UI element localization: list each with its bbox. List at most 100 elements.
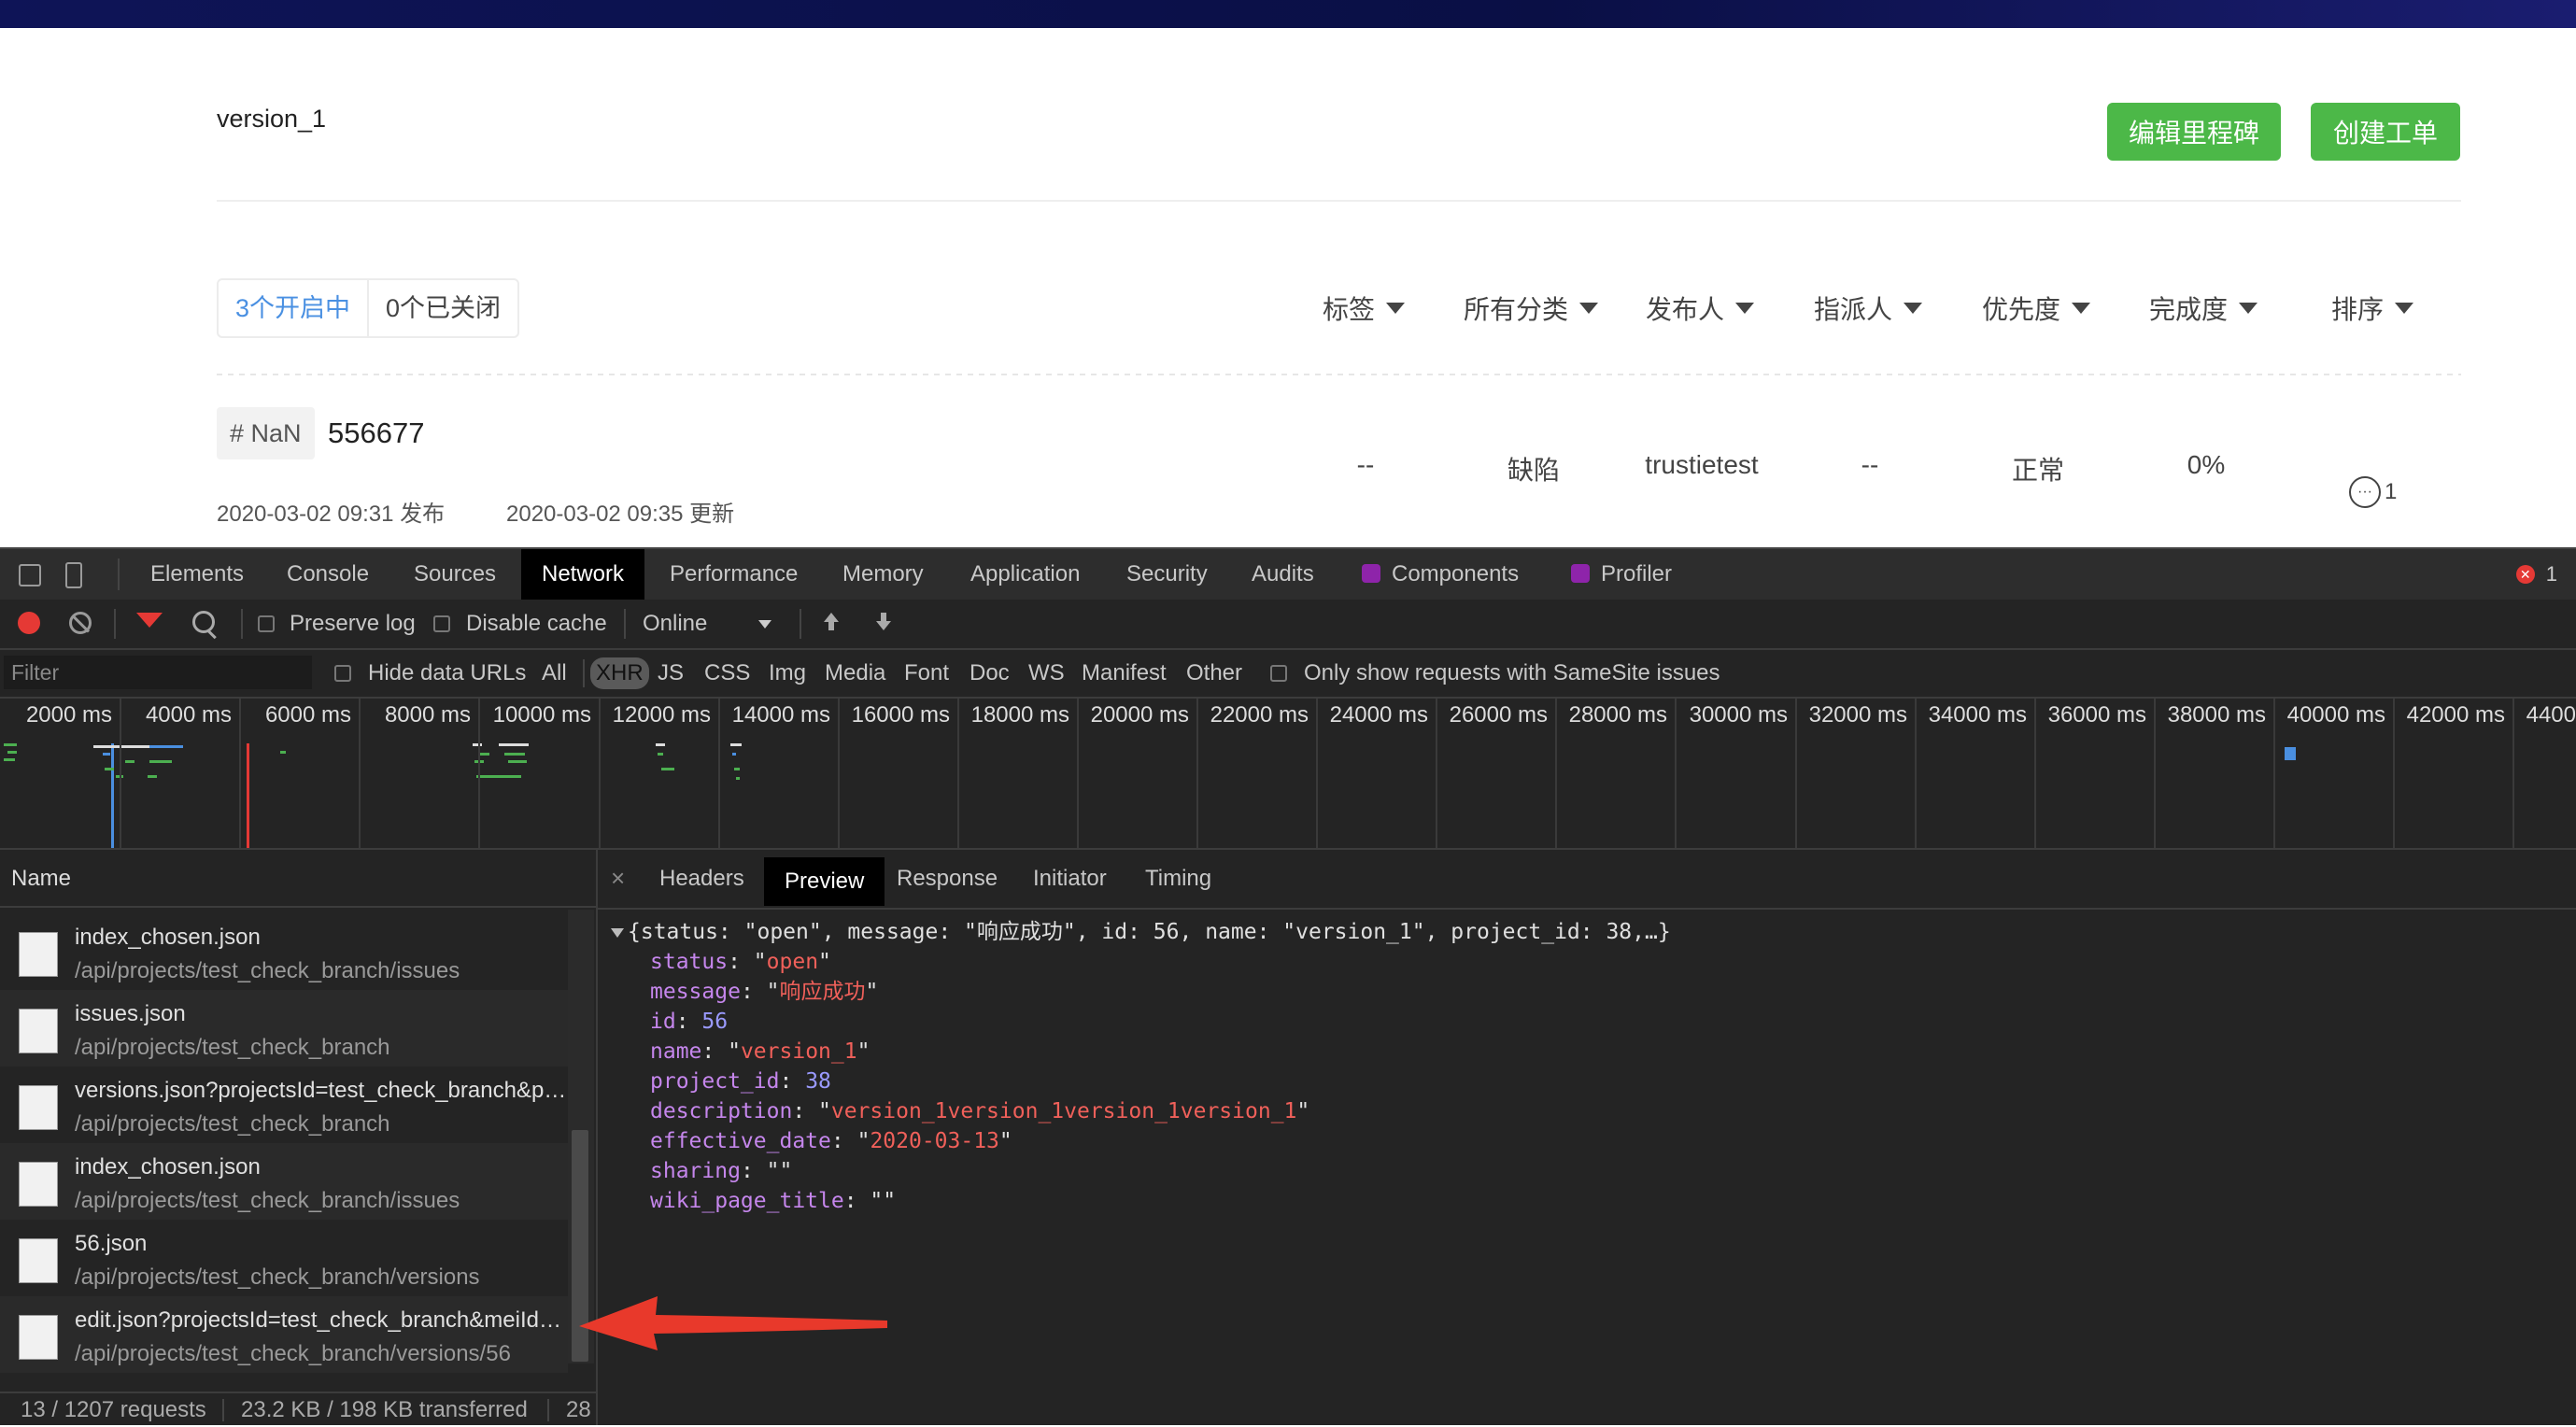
json-field: project_id: 38 [650,1069,831,1094]
search-icon[interactable] [192,611,215,633]
issue-title-link[interactable]: 556677 [328,417,424,450]
json-field: description: "version_1version_1version_… [650,1099,1310,1123]
tab-security[interactable]: Security [1126,549,1208,600]
inspect-element-icon[interactable] [19,564,41,586]
timeline-gridline [239,699,241,848]
type-filter-doc[interactable]: Doc [970,650,1010,697]
type-filter-ws[interactable]: WS [1028,650,1065,697]
type-filter-font[interactable]: Font [904,650,949,697]
request-row[interactable]: index_chosen.json /api/projects/test_che… [0,1143,568,1220]
type-filter-all[interactable]: All [542,650,567,697]
filter-label: 完成度 [2149,295,2229,324]
tab-application[interactable]: Application [970,549,1080,600]
filter-category[interactable]: 所有分类 [1464,290,1599,327]
filter-author[interactable]: 发布人 [1646,290,1755,327]
filter-assignee[interactable]: 指派人 [1814,290,1923,327]
tab-network[interactable]: Network [521,549,645,600]
tab-audits[interactable]: Audits [1252,549,1314,600]
request-row[interactable]: versions.json?projectsId=test_check_bran… [0,1067,568,1143]
tab-headers[interactable]: Headers [659,850,744,908]
timeline-bar [149,760,172,763]
throttling-select[interactable]: Online [643,600,707,648]
close-icon[interactable]: × [611,850,625,906]
timeline-tick-label: 30000 ms [1689,702,1788,728]
open-issues-tab[interactable]: 3个开启中 [219,280,370,336]
tab-profiler[interactable]: Profiler [1571,549,1672,600]
issue-published-time: 2020-03-02 09:31 发布 [217,502,446,527]
json-key: effective_date [650,1129,831,1153]
request-name: 56.json [75,1231,148,1256]
tab-performance[interactable]: Performance [670,549,798,600]
type-filter-img[interactable]: Img [769,650,806,697]
json-field: name: "version_1" [650,1039,870,1064]
network-status-bar: 13 / 1207 requests 23.2 KB / 198 KB tran… [0,1392,596,1427]
chevron-down-icon [2239,303,2258,314]
request-row-selected[interactable]: edit.json?projectsId=test_check_branch&m… [0,1296,568,1373]
tab-timing[interactable]: Timing [1145,850,1211,908]
preserve-log-label: Preserve log [290,611,416,636]
request-row[interactable]: 56.json /api/projects/test_check_branch/… [0,1220,568,1296]
type-filter-media[interactable]: Media [825,650,885,697]
export-har-icon[interactable] [876,613,891,633]
network-overview-timeline[interactable]: 2000 ms 4000 ms 6000 ms 8000 ms 10000 ms 1200… [0,699,2576,850]
request-row[interactable]: index_chosen.json /api/projects/test_che… [0,913,568,990]
record-icon[interactable] [18,612,40,634]
tab-initiator[interactable]: Initiator [1033,850,1107,908]
json-key: project_id [650,1069,780,1094]
request-path: /api/projects/test_check_branch [75,1111,390,1137]
json-key: name [650,1039,702,1064]
disable-cache-checkbox[interactable] [433,615,450,632]
json-summary-line[interactable]: {status: "open", message: "响应成功", id: 56… [611,917,1671,947]
timeline-gridline [2034,699,2036,848]
name-column-header[interactable]: Name [0,850,596,908]
timeline-bar [4,758,15,761]
tab-elements[interactable]: Elements [150,549,244,600]
expand-triangle-icon[interactable] [611,927,624,938]
issue-comments[interactable]: ··· 1 [2349,476,2397,508]
file-icon [19,1085,58,1130]
timeline-bar [4,743,17,746]
type-filter-css[interactable]: CSS [704,650,750,697]
filter-tag[interactable]: 标签 [1323,290,1406,327]
hide-data-urls-checkbox[interactable] [334,665,351,682]
json-value: 响应成功 [779,980,866,1004]
preserve-log-checkbox[interactable] [258,615,275,632]
timeline-gridline [1436,699,1437,848]
device-toolbar-icon[interactable] [65,562,82,588]
tab-sources[interactable]: Sources [414,549,496,600]
file-icon [19,1009,58,1053]
create-issue-button[interactable]: 创建工单 [2311,103,2460,161]
filter-progress[interactable]: 完成度 [2149,290,2258,327]
tab-preview[interactable]: Preview [764,857,885,906]
json-field: id: 56 [650,1010,729,1034]
filter-label: 所有分类 [1464,295,1569,324]
timeline-tick-label: 18000 ms [970,702,1069,728]
error-counter[interactable]: ✕ 1 [2515,562,2557,586]
network-filter-bar: Hide data URLs All XHR JS CSS Img Media … [0,650,2576,699]
type-filter-xhr[interactable]: XHR [590,657,649,689]
tab-components[interactable]: Components [1362,549,1519,600]
samesite-checkbox[interactable] [1270,665,1287,682]
timeline-tick-label: 40000 ms [2286,702,2385,728]
edit-milestone-button[interactable]: 编辑里程碑 [2107,103,2281,161]
filter-icon[interactable] [136,613,163,628]
type-filter-manifest[interactable]: Manifest [1082,650,1167,697]
request-row[interactable]: issues.json /api/projects/test_check_bra… [0,990,568,1067]
clear-icon[interactable] [69,612,92,634]
json-key: description [650,1099,793,1123]
closed-issues-tab[interactable]: 0个已关闭 [369,280,517,336]
import-har-icon[interactable] [824,613,839,633]
filter-input[interactable] [4,656,312,689]
type-filter-js[interactable]: JS [658,650,684,697]
issue-category: 缺陷 [1507,456,1560,485]
filter-priority[interactable]: 优先度 [1982,290,2091,327]
request-path: /api/projects/test_check_branch/issues [75,1188,460,1213]
type-filter-other[interactable]: Other [1186,650,1242,697]
tab-response[interactable]: Response [897,850,998,908]
tab-memory[interactable]: Memory [842,549,924,600]
json-key: id [650,1010,676,1034]
filter-sort[interactable]: 排序 [2331,290,2414,327]
timeline-bar [7,751,17,754]
tab-console[interactable]: Console [287,549,369,600]
timeline-gridline [1196,699,1198,848]
